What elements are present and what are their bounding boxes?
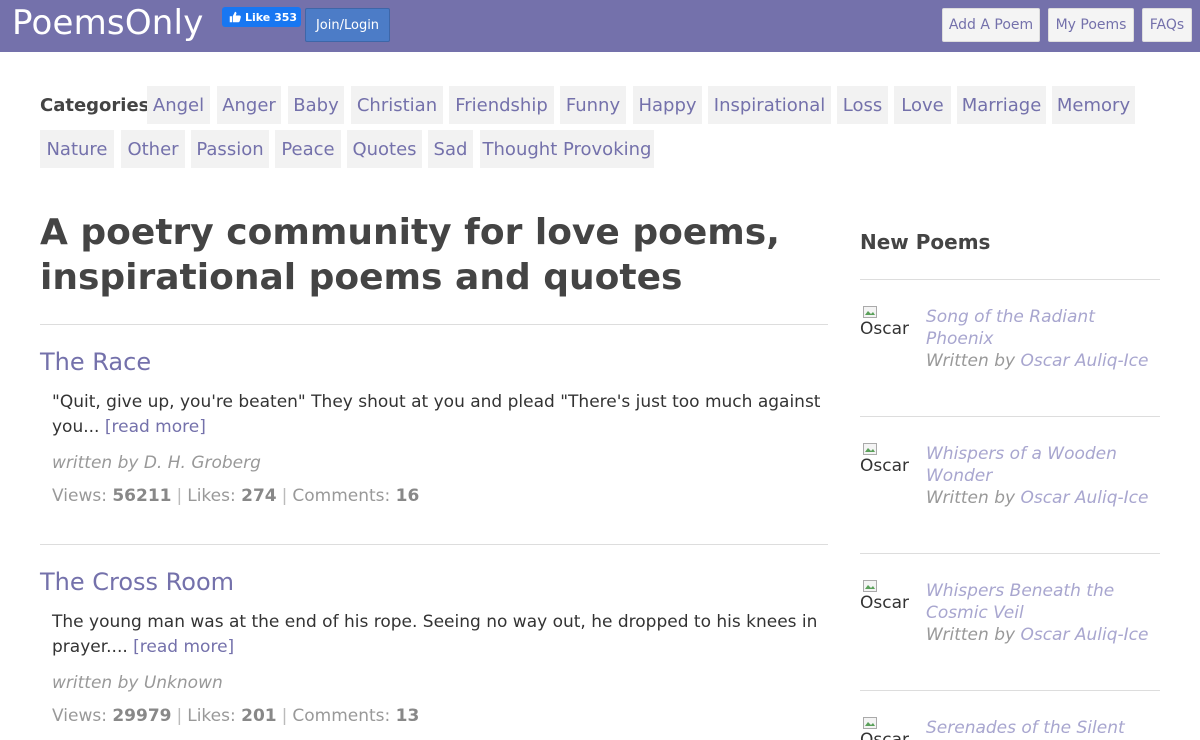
category-anger[interactable]: Anger	[217, 86, 281, 124]
author-avatar[interactable]: Oscar	[860, 580, 920, 620]
likes-count: 274	[241, 486, 277, 506]
avatar-alt-text: Oscar	[860, 456, 909, 476]
poem-stats: Views: 56211 | Likes: 274 | Comments: 16	[52, 486, 420, 506]
divider	[860, 416, 1160, 417]
read-more-link[interactable]: [read more]	[105, 417, 206, 437]
broken-image-icon	[863, 443, 877, 455]
new-poem-item: Oscar Whispers of a Wooden Wonder Writte…	[860, 443, 1160, 553]
poem-author: written by D. H. Groberg	[52, 453, 261, 473]
category-other[interactable]: Other	[121, 130, 185, 168]
category-angel[interactable]: Angel	[147, 86, 210, 124]
new-poem-byline: Written by Oscar Auliq-Ice	[926, 624, 1156, 646]
avatar-alt-text: Oscar	[860, 730, 909, 740]
categories-label: Categories:	[40, 95, 157, 116]
category-love[interactable]: Love	[894, 86, 951, 124]
views-label: Views:	[52, 486, 107, 506]
written-by-label: Written by	[926, 351, 1016, 371]
written-by-label: Written by	[926, 625, 1016, 645]
poem-title-link[interactable]: The Race	[40, 348, 151, 376]
divider	[860, 690, 1160, 691]
new-poem-byline: Written by Oscar Auliq-Ice	[926, 350, 1156, 372]
category-loss[interactable]: Loss	[837, 86, 888, 124]
poem-author: written by Unknown	[52, 673, 223, 693]
broken-image-icon	[863, 717, 877, 729]
category-funny[interactable]: Funny	[560, 86, 626, 124]
page-title-line-2: inspirational poems and quotes	[40, 257, 683, 298]
join-login-button[interactable]: Join/Login	[305, 8, 390, 42]
comments-count: 13	[395, 706, 420, 726]
faqs-button[interactable]: FAQs	[1142, 8, 1192, 42]
new-poem-item: Oscar Song of the Radiant Phoenix Writte…	[860, 306, 1160, 416]
poem-stats: Views: 29979 | Likes: 201 | Comments: 13	[52, 706, 420, 726]
new-poem-title-link[interactable]: Whispers of a Wooden Wonder	[926, 443, 1156, 487]
like-count-label: Like 353	[245, 10, 298, 24]
category-baby[interactable]: Baby	[288, 86, 344, 124]
likes-label: Likes:	[187, 486, 236, 506]
category-christian[interactable]: Christian	[351, 86, 443, 124]
new-poems-heading: New Poems	[860, 230, 991, 254]
likes-count: 201	[241, 706, 277, 726]
divider	[860, 279, 1160, 280]
divider	[40, 324, 828, 325]
category-thought-provoking[interactable]: Thought Provoking	[480, 130, 654, 168]
category-memory[interactable]: Memory	[1052, 86, 1135, 124]
site-logo[interactable]: PoemsOnly	[12, 3, 204, 43]
category-passion[interactable]: Passion	[191, 130, 269, 168]
author-avatar[interactable]: Oscar	[860, 306, 920, 346]
category-quotes[interactable]: Quotes	[347, 130, 422, 168]
comments-label: Comments:	[292, 486, 391, 506]
broken-image-icon	[863, 580, 877, 592]
divider	[860, 553, 1160, 554]
author-avatar[interactable]: Oscar	[860, 717, 920, 740]
new-poem-title-link[interactable]: Serenades of the Silent	[926, 717, 1156, 739]
poem-title-link[interactable]: The Cross Room	[40, 568, 234, 596]
category-sad[interactable]: Sad	[428, 130, 473, 168]
author-link[interactable]: Oscar Auliq-Ice	[1020, 625, 1148, 645]
views-count: 29979	[112, 706, 172, 726]
page-title-line-1: A poetry community for love poems,	[40, 212, 780, 253]
broken-image-icon	[863, 306, 877, 318]
divider	[40, 544, 828, 545]
poem-excerpt: The young man was at the end of his rope…	[52, 610, 822, 660]
views-count: 56211	[112, 486, 172, 506]
comments-count: 16	[395, 486, 420, 506]
thumbs-up-icon	[229, 11, 241, 23]
new-poem-byline: Written by Oscar Auliq-Ice	[926, 487, 1156, 509]
new-poem-item: Oscar Serenades of the Silent	[860, 717, 1160, 740]
written-by-label: Written by	[926, 488, 1016, 508]
views-label: Views:	[52, 706, 107, 726]
category-peace[interactable]: Peace	[275, 130, 341, 168]
avatar-alt-text: Oscar	[860, 319, 909, 339]
new-poem-title-link[interactable]: Song of the Radiant Phoenix	[926, 306, 1156, 350]
read-more-link[interactable]: [read more]	[133, 637, 234, 657]
author-avatar[interactable]: Oscar	[860, 443, 920, 483]
add-poem-button[interactable]: Add A Poem	[942, 8, 1040, 42]
category-inspirational[interactable]: Inspirational	[708, 86, 831, 124]
category-happy[interactable]: Happy	[633, 86, 702, 124]
category-nature[interactable]: Nature	[40, 130, 114, 168]
author-link[interactable]: Oscar Auliq-Ice	[1020, 488, 1148, 508]
page-title: A poetry community for love poems, inspi…	[40, 210, 820, 300]
top-navbar: PoemsOnly Like 353 Join/Login Add A Poem…	[0, 0, 1200, 52]
avatar-alt-text: Oscar	[860, 593, 909, 613]
comments-label: Comments:	[292, 706, 391, 726]
poem-excerpt: "Quit, give up, you're beaten" They shou…	[52, 390, 822, 440]
my-poems-button[interactable]: My Poems	[1048, 8, 1134, 42]
new-poem-title-link[interactable]: Whispers Beneath the Cosmic Veil	[926, 580, 1156, 624]
author-link[interactable]: Oscar Auliq-Ice	[1020, 351, 1148, 371]
category-marriage[interactable]: Marriage	[957, 86, 1046, 124]
likes-label: Likes:	[187, 706, 236, 726]
category-friendship[interactable]: Friendship	[449, 86, 554, 124]
new-poem-item: Oscar Whispers Beneath the Cosmic Veil W…	[860, 580, 1160, 690]
facebook-like-button[interactable]: Like 353	[222, 7, 301, 27]
